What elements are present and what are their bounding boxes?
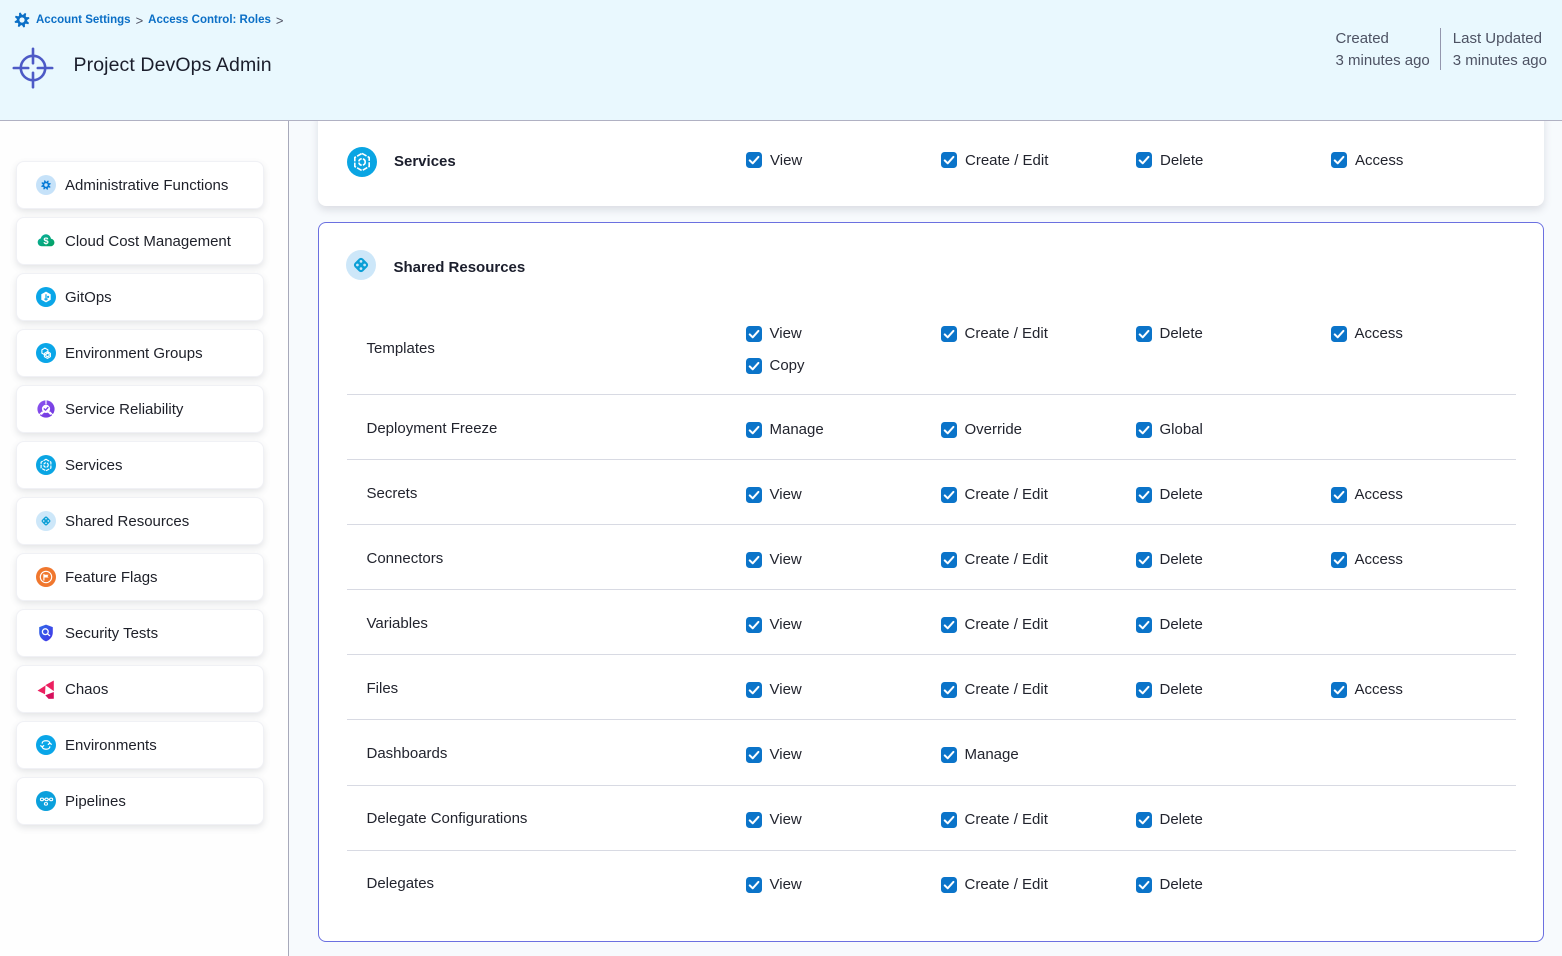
svg-text:$: $ bbox=[43, 235, 49, 246]
